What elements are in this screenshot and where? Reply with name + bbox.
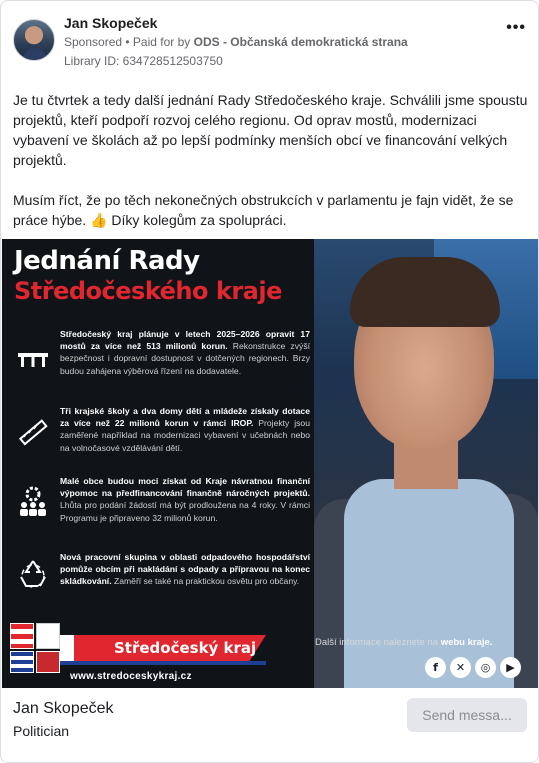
footer-page-category: Politician	[13, 723, 70, 739]
send-message-button[interactable]: Send messa...	[407, 698, 527, 732]
post-body: Je tu čtvrtek a tedy další jednání Rady …	[13, 90, 528, 250]
info-text: Další informace naleznete na webu kraje.	[315, 637, 492, 648]
creative-item-1: Středočeský kraj plánuje v letech 2025–2…	[60, 328, 310, 377]
region-coat-of-arms	[36, 623, 60, 649]
ad-creative-image[interactable]: Jednání Rady Středočeského kraje Středoč…	[2, 239, 538, 688]
bridge-icon	[18, 353, 48, 367]
facebook-icon: f	[425, 657, 446, 678]
author-avatar[interactable]	[13, 19, 55, 61]
creative-title-line-1: Jednání Rady	[14, 246, 200, 276]
creative-item-3: Malé obce budou moci získat od Kraje náv…	[60, 475, 310, 524]
region-url: www.stredoceskykraj.cz	[70, 671, 192, 682]
youtube-icon: ▶	[500, 657, 521, 678]
ad-footer: Jan Skopeček Politician Send messa...	[1, 688, 538, 762]
footer-page-name[interactable]: Jan Skopeček	[13, 700, 114, 718]
region-lion-emblem	[36, 651, 60, 673]
item-3-highlight: Malé obce budou moci získat od Kraje náv…	[60, 476, 310, 499]
region-flag-stripes	[10, 623, 34, 649]
social-icons: f ✕ ◎ ▶	[425, 657, 521, 678]
post-paragraph-1: Je tu čtvrtek a tedy další jednání Rady …	[13, 92, 528, 168]
instagram-icon: ◎	[475, 657, 496, 678]
post-paragraph-2: Musím říct, že po těch nekonečných obstr…	[13, 190, 528, 230]
portrait-photo	[314, 239, 538, 688]
thumbs-up-icon: 👍	[90, 212, 108, 228]
more-options-icon[interactable]: •••	[506, 19, 526, 37]
paid-for-org[interactable]: ODS - Občanská demokratická strana	[194, 35, 408, 49]
info-highlight: webu kraje.	[440, 637, 493, 648]
paid-for-prefix: • Paid for by	[122, 35, 194, 49]
sponsored-meta: Sponsored • Paid for by ODS - Občanská d…	[64, 35, 408, 49]
people-gear-icon	[20, 486, 46, 516]
sponsored-label: Sponsored	[64, 35, 123, 49]
item-4-text: Zaměří se také na praktickou osvětu pro …	[111, 576, 300, 587]
creative-title-line-2: Středočeského kraje	[14, 277, 282, 305]
author-name[interactable]: Jan Skopeček	[64, 15, 157, 31]
paragraph-2-tail: Díky kolegům za spolupráci.	[107, 212, 287, 228]
region-flag-waves	[10, 651, 34, 673]
info-prefix: Další informace naleznete na	[315, 637, 441, 648]
region-label: Středočeský kraj	[114, 639, 257, 657]
creative-item-2: Tři krajské školy a dva domy dětí a mlád…	[60, 405, 310, 454]
post-header: Jan Skopeček Sponsored • Paid for by ODS…	[13, 13, 526, 73]
item-3-text: Lhůta pro podání žádostí má být prodlouž…	[60, 500, 310, 523]
region-banner-underline	[60, 661, 266, 665]
creative-item-4: Nová pracovní skupina v oblasti odpadové…	[60, 551, 310, 588]
recycle-icon	[20, 560, 46, 588]
ruler-pencil-icon	[18, 419, 48, 446]
x-icon: ✕	[450, 657, 471, 678]
library-id: Library ID: 634728512503750	[64, 54, 223, 68]
ad-card: Jan Skopeček Sponsored • Paid for by ODS…	[0, 0, 539, 763]
